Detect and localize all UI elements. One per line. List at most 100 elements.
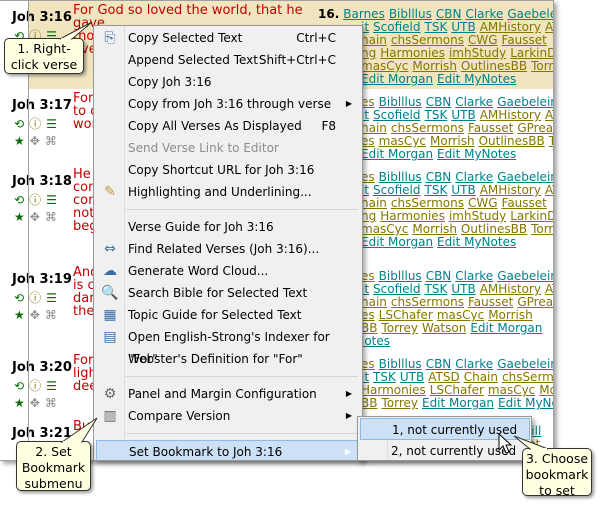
commentary-link[interactable]: TSK bbox=[425, 183, 448, 197]
commentary-link[interactable]: LSChafer bbox=[430, 383, 484, 397]
compass-icon[interactable]: ✥ bbox=[30, 396, 45, 410]
commentary-link[interactable]: Edit MyNotes bbox=[437, 147, 516, 161]
commentary-link[interactable]: TSK bbox=[373, 370, 396, 384]
menu-item-topic-guide-for-selected-text[interactable]: ▦ Topic Guide for Selected Text bbox=[96, 304, 360, 326]
commentary-link[interactable]: TSK bbox=[425, 20, 448, 34]
commentary-link[interactable]: OutlinesBB bbox=[479, 134, 545, 148]
commentary-link[interactable]: Watson bbox=[422, 321, 466, 335]
commentary-link[interactable]: Morrish bbox=[539, 383, 553, 397]
commentary-link[interactable]: lotes bbox=[361, 334, 390, 348]
commentary-link[interactable]: Edit MyNotes bbox=[498, 396, 553, 410]
commentary-link[interactable]: hain bbox=[361, 196, 387, 210]
commentary-link[interactable]: masCyc bbox=[488, 383, 535, 397]
commentary-link[interactable]: es bbox=[361, 134, 375, 148]
commentary-link[interactable]: Biblllus bbox=[379, 170, 422, 184]
verse-reference[interactable]: Joh 3:18 bbox=[12, 174, 72, 189]
cross-ref-icon[interactable]: ⟲ bbox=[14, 193, 29, 207]
commentary-link[interactable]: UTB bbox=[451, 183, 475, 197]
menu-item-compare-version[interactable]: ▥ Compare Version ▶ bbox=[96, 405, 360, 427]
commentary-link[interactable]: ATSD bbox=[545, 108, 553, 122]
commentary-link[interactable]: Edit Morgan bbox=[361, 72, 433, 86]
command-icon[interactable]: ⌘ bbox=[45, 134, 62, 148]
commentary-link[interactable]: Gaebelein bbox=[497, 95, 553, 109]
verse-reference[interactable]: Joh 3:20 bbox=[12, 360, 72, 375]
menu-item-find-related-verses-joh-3-16[interactable]: ⇔ Find Related Verses (Joh 3:16)... bbox=[96, 238, 360, 260]
commentary-link[interactable]: Scofield bbox=[373, 108, 420, 122]
commentary-link[interactable]: Clarke bbox=[465, 7, 503, 21]
commentary-link[interactable]: BB bbox=[361, 396, 377, 410]
commentary-link[interactable]: CWG bbox=[468, 33, 498, 47]
commentary-link[interactable]: masCyc bbox=[361, 59, 408, 73]
compass-icon[interactable]: ✥ bbox=[30, 210, 45, 224]
commentary-link[interactable]: AMHistory bbox=[480, 282, 541, 296]
commentary-link[interactable]: UTB bbox=[451, 20, 475, 34]
menu-item-panel-and-margin-configuration[interactable]: ⚙ Panel and Margin Configuration ▶ bbox=[96, 383, 360, 405]
commentary-link[interactable]: Biblllus bbox=[389, 7, 432, 21]
commentary-link[interactable]: Morrish bbox=[412, 222, 457, 236]
commentary-link[interactable]: LSChafer bbox=[379, 308, 433, 322]
commentary-link[interactable]: Scofield bbox=[373, 183, 420, 197]
commentary-link[interactable]: Harmonies bbox=[380, 209, 445, 223]
commentary-link[interactable]: Harmonies bbox=[380, 46, 445, 60]
menu-item-open-english-strong-s-indexer-for-for[interactable]: ▤ Open English-Strong's Indexer for "For" bbox=[96, 326, 360, 366]
menu-item-copy-joh-3-16[interactable]: Copy Joh 3:16 bbox=[96, 71, 360, 93]
commentary-link[interactable]: Scofield bbox=[373, 282, 420, 296]
commentary-link[interactable]: UTB bbox=[451, 282, 475, 296]
commentary-link[interactable]: CBN bbox=[426, 269, 452, 283]
command-icon[interactable]: ⌘ bbox=[45, 396, 62, 410]
verse-reference[interactable]: Joh 3:21 bbox=[12, 426, 72, 441]
verse-reference[interactable]: Joh 3:16 bbox=[12, 10, 72, 25]
commentary-link[interactable]: AMHistory bbox=[480, 108, 541, 122]
commentary-link[interactable]: Gaebelein bbox=[497, 170, 553, 184]
commentary-link[interactable]: es bbox=[361, 170, 375, 184]
commentary-link[interactable]: Torrey bbox=[531, 222, 553, 236]
notes-icon[interactable]: ☰ bbox=[46, 379, 62, 393]
commentary-link[interactable]: Clarke bbox=[455, 170, 493, 184]
commentary-link[interactable]: Edit Morgan bbox=[361, 235, 433, 249]
commentary-link[interactable]: hain bbox=[361, 33, 387, 47]
commentary-link[interactable]: masCyc bbox=[361, 222, 408, 236]
info-icon[interactable]: ⓘ bbox=[29, 117, 46, 131]
commentary-link[interactable]: GPreaching bbox=[517, 295, 553, 309]
command-icon[interactable]: ⌘ bbox=[45, 210, 62, 224]
commentary-link[interactable]: Clarke bbox=[455, 95, 493, 109]
menu-item-highlighting-and-underlining[interactable]: ✎ Highlighting and Underlining... bbox=[96, 181, 360, 203]
commentary-link[interactable]: Biblllus bbox=[379, 357, 422, 371]
commentary-link[interactable]: chsSermons bbox=[502, 370, 553, 384]
cross-ref-icon[interactable]: ⟲ bbox=[14, 379, 29, 393]
commentary-link[interactable]: masCyc bbox=[379, 134, 426, 148]
commentary-link[interactable]: TSK bbox=[425, 108, 448, 122]
commentary-link[interactable]: Chain bbox=[464, 370, 498, 384]
cross-ref-icon[interactable]: ⟲ bbox=[14, 291, 29, 305]
cross-ref-icon[interactable]: ⟲ bbox=[14, 117, 29, 131]
commentary-link[interactable]: GPreaching bbox=[517, 121, 553, 135]
commentary-link[interactable]: CBN bbox=[426, 357, 452, 371]
commentary-link[interactable]: Biblllus bbox=[379, 269, 422, 283]
commentary-link[interactable]: CBN bbox=[426, 95, 452, 109]
commentary-link[interactable]: BB bbox=[361, 321, 377, 335]
notes-icon[interactable]: ☰ bbox=[46, 117, 62, 131]
commentary-link[interactable]: Morrish bbox=[488, 308, 533, 322]
verse-text-line[interactable]: For God so loved the world, that he bbox=[73, 4, 303, 17]
commentary-link[interactable]: LarkinDT bbox=[510, 209, 553, 223]
notes-icon[interactable]: ☰ bbox=[46, 291, 62, 305]
commentary-link[interactable]: Gaebelein bbox=[497, 357, 553, 371]
info-icon[interactable]: ⓘ bbox=[29, 193, 46, 207]
commentary-link[interactable]: Fausset bbox=[502, 33, 547, 47]
commentary-link[interactable]: ATSD bbox=[545, 20, 553, 34]
commentary-link[interactable]: CBN bbox=[426, 170, 452, 184]
commentary-link[interactable]: es bbox=[361, 95, 375, 109]
commentary-link[interactable]: Edit MyNotes bbox=[437, 235, 516, 249]
commentary-link[interactable]: es bbox=[361, 269, 375, 283]
commentary-link[interactable]: es bbox=[361, 357, 375, 371]
commentary-link[interactable]: UTB bbox=[400, 370, 424, 384]
commentary-link[interactable]: CWG bbox=[468, 196, 498, 210]
commentary-link[interactable]: Fausset bbox=[502, 196, 547, 210]
commentary-link[interactable]: Torrey bbox=[381, 321, 418, 335]
menu-item-verse-guide-for-joh-3-16[interactable]: Verse Guide for Joh 3:16 bbox=[96, 216, 360, 238]
menu-item-append-selected-text[interactable]: Append Selected Text Shift+Ctrl+C bbox=[96, 49, 360, 71]
commentary-link[interactable]: chsSermons bbox=[391, 121, 464, 135]
commentary-link[interactable]: Biblllus bbox=[379, 95, 422, 109]
commentary-link[interactable]: imhStudy bbox=[449, 46, 506, 60]
commentary-link[interactable]: Torrey bbox=[549, 134, 553, 148]
